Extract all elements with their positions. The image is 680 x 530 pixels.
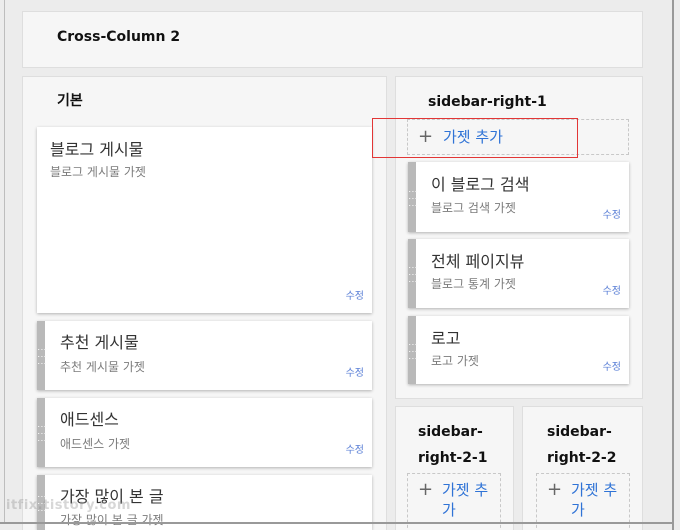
widget-logo[interactable]: ⋮⋮⋮ 로고 로고 가젯 수정 xyxy=(408,316,629,384)
window-right-edge xyxy=(672,0,674,530)
sidebar-right-2-1-title: sidebar- right-2-1 xyxy=(418,424,488,466)
widget-adsense[interactable]: ⋮⋮⋮ 애드센스 애드센스 가젯 수정 xyxy=(37,398,372,467)
widget-desc: 로고 가젯 xyxy=(431,354,479,368)
widget-title: 애드센스 xyxy=(60,410,119,429)
widget-title: 블로그 게시물 xyxy=(50,140,144,159)
add-widget-label: 가젯 추 가 xyxy=(442,481,489,519)
drag-handle[interactable]: ⋮⋮⋮ xyxy=(408,162,417,232)
widget-blog-posts[interactable]: 블로그 게시물 블로그 게시물 가젯 수정 xyxy=(37,127,372,313)
widget-desc: 블로그 검색 가젯 xyxy=(431,201,516,215)
widget-title: 추천 게시물 xyxy=(60,333,139,352)
drag-handle[interactable]: ⋮⋮⋮ xyxy=(37,398,46,467)
cross-column-panel: Cross-Column 2 xyxy=(22,11,643,68)
widget-featured-post[interactable]: ⋮⋮⋮ 추천 게시물 추천 게시물 가젯 수정 xyxy=(37,321,372,390)
widget-pageviews[interactable]: ⋮⋮⋮ 전체 페이지뷰 블로그 통계 가젯 수정 xyxy=(408,239,629,308)
widget-title: 이 블로그 검색 xyxy=(431,175,530,194)
widget-title: 로고 xyxy=(431,329,461,348)
widget-desc: 애드센스 가젯 xyxy=(60,437,131,451)
sidebar-right-1-title: sidebar-right-1 xyxy=(428,94,547,110)
cross-column-title: Cross-Column 2 xyxy=(57,29,181,45)
edit-link[interactable]: 수정 xyxy=(603,286,621,298)
widget-title: 전체 페이지뷰 xyxy=(431,252,525,271)
widget-desc: 블로그 게시물 가젯 xyxy=(50,165,146,179)
window-bottom-edge xyxy=(0,522,674,524)
edit-link[interactable]: 수정 xyxy=(346,368,364,380)
watermark: itfix.tistory.com xyxy=(6,498,131,513)
widget-desc: 가장 많이 본 글 가젯 xyxy=(60,513,164,527)
edit-link[interactable]: 수정 xyxy=(603,210,621,222)
edit-link[interactable]: 수정 xyxy=(603,362,621,374)
sidebar-right-2-2-title: sidebar- right-2-2 xyxy=(547,424,617,466)
edit-link[interactable]: 수정 xyxy=(346,445,364,457)
window-left-edge xyxy=(4,0,5,524)
widget-blog-search[interactable]: ⋮⋮⋮ 이 블로그 검색 블로그 검색 가젯 수정 xyxy=(408,162,629,232)
edit-link[interactable]: 수정 xyxy=(346,291,364,303)
drag-handle[interactable]: ⋮⋮⋮ xyxy=(408,239,417,308)
add-widget-label: 가젯 추 가 xyxy=(571,481,618,519)
plus-icon: + xyxy=(418,479,434,500)
main-column-title: 기본 xyxy=(57,93,83,109)
drag-handle[interactable]: ⋮⋮⋮ xyxy=(408,316,417,384)
widget-desc: 추천 게시물 가젯 xyxy=(60,360,145,374)
highlight-box xyxy=(372,118,578,158)
widget-desc: 블로그 통계 가젯 xyxy=(431,277,516,291)
drag-handle[interactable]: ⋮⋮⋮ xyxy=(37,321,46,390)
plus-icon: + xyxy=(547,479,563,500)
